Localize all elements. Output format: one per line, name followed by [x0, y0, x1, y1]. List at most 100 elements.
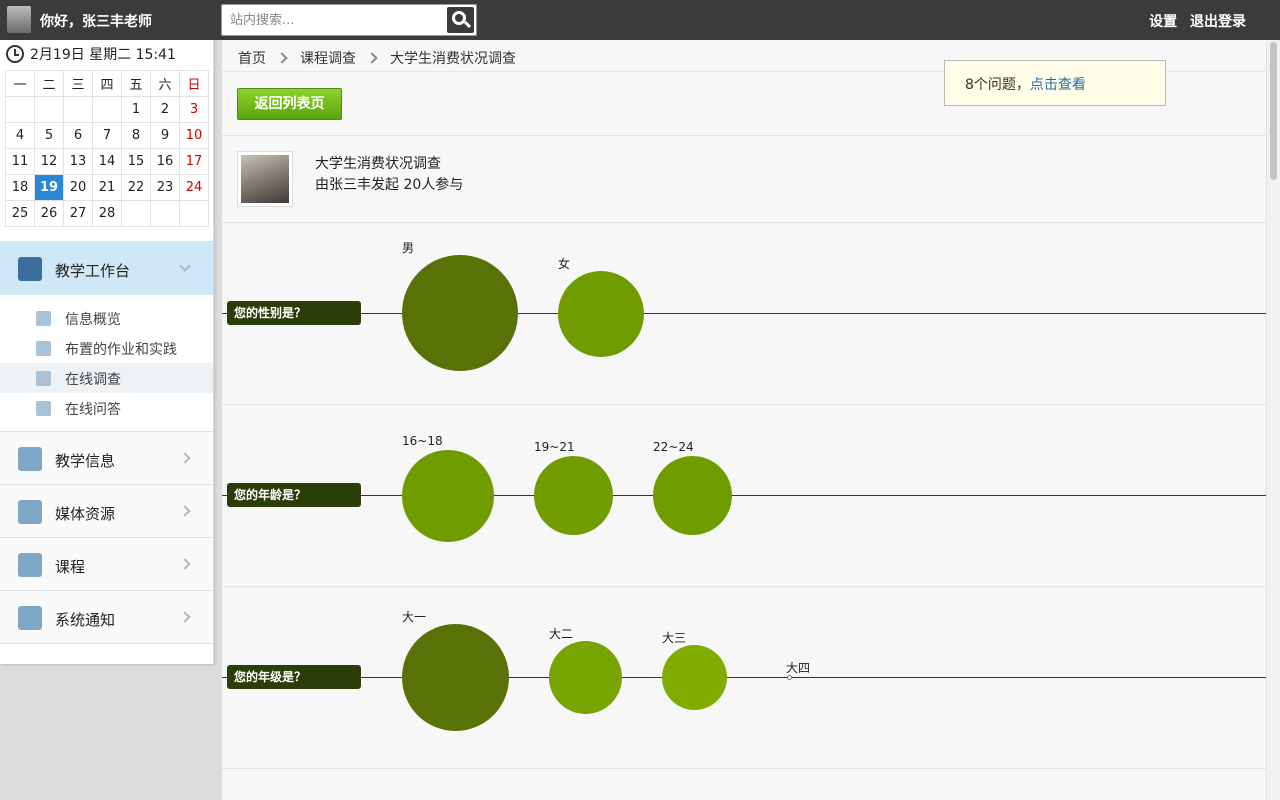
- scrollbar-thumb[interactable]: [1270, 42, 1277, 180]
- top-bar: 你好，张三丰老师 设置 退出登录: [0, 0, 1280, 40]
- datetime-text: 2月19日 星期二 15:41: [30, 47, 176, 63]
- calendar-day[interactable]: 10: [179, 122, 209, 149]
- bubble[interactable]: [653, 456, 732, 535]
- bubble[interactable]: [549, 641, 622, 714]
- calendar-day[interactable]: 11: [5, 148, 35, 175]
- search-button[interactable]: [447, 7, 474, 33]
- chevron-right-icon: [179, 452, 191, 464]
- calendar-day[interactable]: 5: [34, 122, 64, 149]
- bubble[interactable]: [402, 255, 518, 371]
- main-content: 首页 课程调查 大学生消费状况调查 返回列表页 8个问题，点击查看 大学生消费状况调…: [221, 40, 1267, 800]
- calendar-day[interactable]: 20: [63, 174, 93, 201]
- thumbs-up-icon: [36, 371, 51, 386]
- calendar-day[interactable]: 26: [34, 200, 64, 227]
- sidebar-item-online-qa[interactable]: 在线问答: [0, 393, 213, 423]
- database-icon: [18, 500, 42, 524]
- calendar-day[interactable]: 14: [92, 148, 122, 175]
- question-age: 您的年龄是？ 16~18 19~21 22~24: [222, 404, 1267, 586]
- document-icon: [18, 447, 42, 471]
- calendar-empty-cell: [179, 200, 209, 227]
- calendar-day[interactable]: 16: [150, 148, 180, 175]
- view-questions-link[interactable]: 点击查看: [1030, 77, 1086, 93]
- question-label: 您的年龄是？: [227, 483, 361, 507]
- calendar-weekday: 一: [5, 70, 35, 97]
- back-to-list-button[interactable]: 返回列表页: [237, 88, 342, 120]
- settings-link[interactable]: 设置: [1149, 14, 1177, 30]
- calendar-weekday: 三: [63, 70, 93, 97]
- calendar-day[interactable]: 1: [121, 96, 151, 123]
- calendar-weekday: 二: [34, 70, 64, 97]
- submenu: 信息概览 布置的作业和实践 在线调查 在线问答: [0, 295, 213, 432]
- calendar-week-row: 11 12 13 14 15 16 17: [5, 148, 209, 175]
- menu-section-course[interactable]: 课程: [0, 537, 213, 591]
- menu-section-dashboard[interactable]: 教学工作台: [0, 241, 213, 295]
- sidebar-item-overview[interactable]: 信息概览: [0, 303, 213, 333]
- sidebar-item-homework[interactable]: 布置的作业和实践: [0, 333, 213, 363]
- bubble[interactable]: [662, 645, 727, 710]
- calendar-day[interactable]: 4: [5, 122, 35, 149]
- calendar-day[interactable]: 8: [121, 122, 151, 149]
- calendar-weekday-row: 一二三四五六日: [5, 70, 209, 97]
- chevron-right-icon: [179, 611, 191, 623]
- calendar-day[interactable]: 18: [5, 174, 35, 201]
- option-label: 男: [402, 241, 415, 255]
- bubble[interactable]: [534, 456, 613, 535]
- calendar-day[interactable]: 25: [5, 200, 35, 227]
- chevron-right-icon: [276, 52, 288, 64]
- option-label: 22~24: [653, 440, 694, 454]
- search-input[interactable]: [222, 5, 442, 35]
- calendar-day[interactable]: 27: [63, 200, 93, 227]
- calendar-day[interactable]: 13: [63, 148, 93, 175]
- bubble[interactable]: [787, 675, 792, 680]
- chevron-right-icon: [366, 52, 378, 64]
- calendar-day[interactable]: 15: [121, 148, 151, 175]
- calendar-day[interactable]: 22: [121, 174, 151, 201]
- calendar-empty-cell: [63, 96, 93, 123]
- breadcrumb-course-survey[interactable]: 课程调查: [300, 51, 356, 67]
- breadcrumb-home[interactable]: 首页: [238, 51, 266, 67]
- calendar-day[interactable]: 23: [150, 174, 180, 201]
- calendar-day[interactable]: 21: [92, 174, 122, 201]
- calendar-day[interactable]: 6: [63, 122, 93, 149]
- calendar-weekday: 六: [150, 70, 180, 97]
- option-label: 女: [558, 257, 571, 271]
- chevron-down-icon: [179, 260, 191, 272]
- calendar-week-row: 4 5 6 7 8 9 10: [5, 122, 209, 149]
- menu-section-notifications[interactable]: 系统通知: [0, 590, 213, 644]
- option-label: 16~18: [402, 434, 443, 448]
- calendar-day[interactable]: 12: [34, 148, 64, 175]
- breadcrumb-current: 大学生消费状况调查: [390, 51, 516, 67]
- calendar-day[interactable]: 17: [179, 148, 209, 175]
- option-label: 大三: [662, 631, 687, 645]
- calendar-day[interactable]: 3: [179, 96, 209, 123]
- calendar-week-row: 25 26 27 28: [5, 200, 209, 227]
- datetime-row: 2月19日 星期二 15:41: [0, 40, 213, 70]
- option-label: 19~21: [534, 440, 575, 454]
- bubble[interactable]: [402, 624, 509, 731]
- question-gender: 您的性别是？ 男 女: [222, 222, 1267, 404]
- calendar-empty-cell: [34, 96, 64, 123]
- bubble[interactable]: [402, 450, 494, 542]
- calendar-day[interactable]: 19: [34, 174, 64, 201]
- logout-link[interactable]: 退出登录: [1190, 14, 1246, 30]
- page-scrollbar[interactable]: [1266, 40, 1280, 800]
- notebook-icon: [36, 341, 51, 356]
- overview-icon: [36, 311, 51, 326]
- calendar-empty-cell: [92, 96, 122, 123]
- calendar-week-row: 18 19 20 21 22 23 24: [5, 174, 209, 201]
- menu-section-media[interactable]: 媒体资源: [0, 484, 213, 538]
- qa-bubble-icon: [36, 401, 51, 416]
- calendar-day[interactable]: 7: [92, 122, 122, 149]
- sidebar-item-online-survey[interactable]: 在线调查: [0, 363, 213, 393]
- question-label: 您的性别是？: [227, 301, 361, 325]
- calendar-day[interactable]: 9: [150, 122, 180, 149]
- bubble[interactable]: [558, 271, 644, 357]
- chat-bubble-icon: [18, 606, 42, 630]
- calendar-day[interactable]: 28: [92, 200, 122, 227]
- avatar[interactable]: [7, 6, 31, 33]
- chevron-right-icon: [179, 558, 191, 570]
- calendar-day[interactable]: 2: [150, 96, 180, 123]
- menu-section-teaching-info[interactable]: 教学信息: [0, 431, 213, 485]
- calendar-weekday: 四: [92, 70, 122, 97]
- calendar-day[interactable]: 24: [179, 174, 209, 201]
